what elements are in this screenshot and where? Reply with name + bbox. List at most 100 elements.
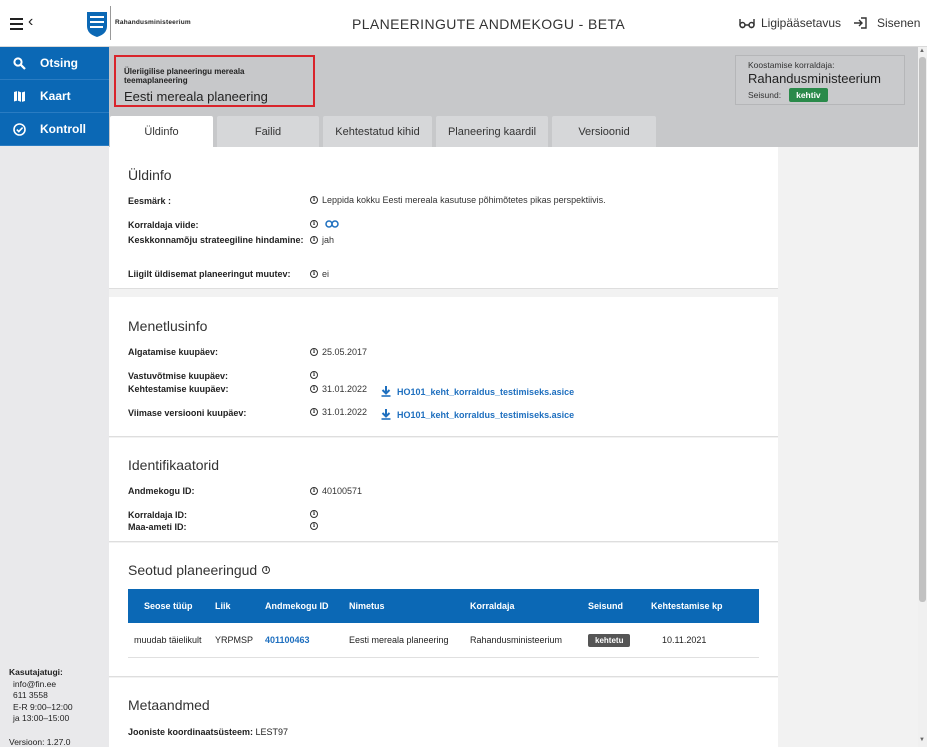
column-header[interactable]: Kehtestamise kp (645, 589, 759, 623)
support-hours: E-R 9:00–12:00 (13, 701, 73, 712)
tab-versioonid[interactable]: Versioonid (552, 116, 656, 148)
approval-file-link[interactable]: HO101_keht_korraldus_testimiseks.asice (381, 386, 574, 397)
relation-cell: muudab täielikult (128, 623, 209, 658)
land-id-value: i (310, 522, 318, 530)
identifiers-section: Identifikaatorid Andmekogu ID: i 4010057… (109, 438, 778, 542)
info-icon[interactable]: i (310, 371, 318, 379)
info-icon[interactable]: i (310, 220, 318, 228)
section-title: Menetlusinfo (128, 318, 208, 334)
scroll-up-icon[interactable]: ▲ (919, 48, 925, 54)
info-icon[interactable]: i (310, 385, 318, 393)
main-content: Üldinfo Eesmärk : i Leppida kokku Eesti … (109, 147, 918, 747)
hamburger-icon-line (10, 28, 23, 30)
tab-uldinfo[interactable]: Üldinfo (110, 116, 213, 148)
tab-failid[interactable]: Failid (217, 116, 319, 148)
section-title: Identifikaatorid (128, 457, 220, 473)
approval-label: Kehtestamise kuupäev: (128, 384, 229, 394)
sea-value: i jah (310, 235, 334, 245)
procedure-section: Menetlusinfo Algatamise kuupäev: i 25.05… (109, 297, 778, 437)
vertical-scrollbar[interactable]: ▲ ▼ (918, 47, 927, 747)
login-label: Sisenen (877, 16, 921, 30)
support-hours: ja 13:00–15:00 (13, 713, 70, 723)
support-phone: 611 3558 (13, 690, 48, 700)
status-badge: kehtiv (789, 88, 828, 102)
section-title: Seotud planeeringud i (128, 562, 271, 578)
section-title: Üldinfo (128, 167, 172, 183)
info-icon[interactable]: i (310, 196, 318, 204)
plan-type: Üleriigilise planeeringu mereala teemapl… (124, 67, 245, 85)
column-header[interactable]: Seisund (582, 589, 645, 623)
info-icon[interactable]: i (310, 487, 318, 495)
adoption-value: i (310, 371, 318, 379)
sea-text: jah (322, 235, 335, 245)
goal-value: i Leppida kokku Eesti mereala kasutuse p… (310, 195, 606, 205)
land-id-label: Maa-ameti ID: (128, 522, 187, 532)
status-badge: kehtetu (588, 633, 631, 647)
table-row: muudab täielikult YRPMSP 401100463 Eesti… (128, 623, 759, 658)
initiation-label: Algatamise kuupäev: (128, 347, 219, 357)
column-header[interactable]: Seose tüüp (128, 589, 209, 623)
file-name: HO101_keht_korraldus_testimiseks.asice (397, 386, 575, 397)
sea-label: Keskkonnamõju strateegiline hindamine: (128, 235, 304, 245)
approval-value: i 31.01.2022 (310, 384, 367, 394)
sidebar-item-kaart[interactable]: Kaart (0, 80, 109, 113)
general-section: Üldinfo Eesmärk : i Leppida kokku Eesti … (109, 147, 778, 289)
download-icon (381, 409, 391, 420)
hamburger-icon-line (10, 23, 23, 25)
adoption-label: Vastuvõtmise kuupäev: (128, 371, 229, 381)
info-icon[interactable]: i (310, 408, 318, 416)
app-version: Versioon: 1.27.0 (9, 737, 71, 747)
column-header[interactable]: Andmekogu ID (259, 589, 343, 623)
approval-date: 31.01.2022 (322, 384, 368, 394)
info-icon[interactable]: i (310, 236, 318, 244)
name-cell: Eesti mereala planeering (343, 623, 464, 658)
tab-kehtestatud-kihid[interactable]: Kehtestatud kihid (323, 116, 432, 148)
table-header-row: Seose tüüp Liik Andmekogu ID Nimetus Kor… (128, 589, 759, 623)
chevron-left-icon: ‹ (28, 13, 34, 30)
check-circle-icon (13, 122, 26, 136)
sidebar-item-otsing[interactable]: Otsing (0, 47, 109, 80)
glasses-icon (739, 19, 755, 29)
last-version-date: 31.01.2022 (322, 407, 368, 417)
status-label: Seisund: (748, 90, 782, 100)
info-icon[interactable]: i (310, 270, 318, 278)
column-header[interactable]: Liik (209, 589, 259, 623)
goal-label: Eesmärk : (128, 196, 172, 206)
link-icon[interactable] (325, 220, 339, 228)
status-cell: kehtetu (582, 623, 645, 658)
scrollbar-thumb[interactable] (919, 57, 926, 602)
column-header[interactable]: Korraldaja (464, 589, 582, 623)
coat-of-arms-logo (87, 12, 107, 37)
hamburger-icon (10, 18, 23, 20)
sidebar-item-kontroll[interactable]: Kontroll (0, 113, 109, 146)
file-name: HO101_keht_korraldus_testimiseks.asice (397, 409, 575, 420)
menu-toggle-button[interactable]: ‹ (10, 13, 38, 33)
related-table: Seose tüüp Liik Andmekogu ID Nimetus Kor… (128, 589, 759, 658)
login-link[interactable]: Sisenen (853, 16, 920, 30)
last-version-file-link[interactable]: HO101_keht_korraldus_testimiseks.asice (381, 409, 574, 420)
coordinator-cell: Rahandusministeerium (464, 623, 582, 658)
db-id-text: 40100571 (322, 486, 363, 496)
tab-planeering-kaardil[interactable]: Planeering kaardil (436, 116, 548, 148)
date-cell: 10.11.2021 (645, 623, 759, 658)
info-icon[interactable]: i (310, 510, 318, 518)
crs-label: Jooniste koordinaatsüsteem: (128, 727, 256, 737)
column-header[interactable]: Nimetus (343, 589, 464, 623)
coord-id-value: i (310, 510, 318, 518)
info-icon[interactable]: i (262, 566, 271, 574)
support-email[interactable]: info@fin.ee (9, 679, 73, 691)
info-icon[interactable]: i (310, 348, 318, 356)
scroll-down-icon[interactable]: ▼ (919, 737, 925, 743)
changes-label: Liigilt üldisemat planeeringut muutev: (128, 269, 291, 279)
related-title: Seotud planeeringud (128, 562, 258, 578)
plan-id-link[interactable]: 401100463 (265, 635, 310, 645)
info-icon[interactable]: i (310, 522, 318, 530)
coordinator-box: Koostamise korraldaja: Rahandusministeer… (735, 55, 905, 105)
id-cell: 401100463 (259, 623, 343, 658)
sidebar: Otsing Kaart Kontroll Kasutajatugi: info… (0, 47, 109, 747)
changes-value: i ei (310, 269, 329, 279)
accessibility-link[interactable]: Ligipääsetavus (739, 16, 841, 30)
coordinator-label: Koostamise korraldaja: (748, 60, 835, 70)
last-version-label: Viimase versiooni kuupäev: (128, 408, 247, 418)
crs-value: LEST97 (255, 727, 289, 737)
